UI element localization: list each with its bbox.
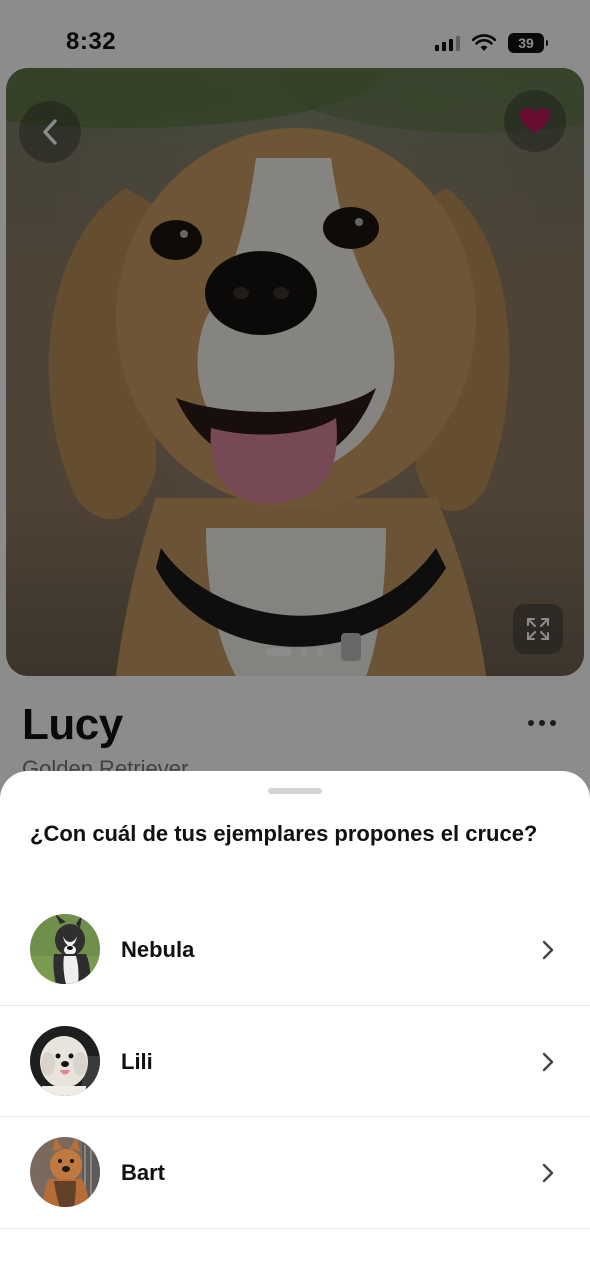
chevron-right-icon — [542, 940, 554, 959]
pet-option-bart[interactable]: Bart — [0, 1117, 590, 1228]
pet-option-nebula[interactable]: Nebula — [0, 894, 590, 1005]
pet-option-lili[interactable]: Lili — [0, 1006, 590, 1117]
pet-option-label: Bart — [121, 1159, 166, 1185]
avatar — [30, 914, 100, 984]
sheet-title: ¿Con cuál de tus ejemplares propones el … — [30, 821, 538, 846]
divider — [0, 1228, 590, 1229]
chevron-right-icon — [542, 1163, 554, 1182]
pet-option-label: Nebula — [121, 936, 195, 962]
white-dog-photo — [30, 1026, 100, 1096]
brown-dog-photo — [30, 1137, 100, 1207]
sheet-grabber[interactable] — [268, 788, 322, 794]
select-pet-sheet: ¿Con cuál de tus ejemplares propones el … — [0, 771, 590, 1280]
pet-option-label: Lili — [121, 1048, 153, 1074]
chevron-right-icon — [542, 1052, 554, 1071]
husky-photo — [30, 914, 100, 984]
avatar — [30, 1137, 100, 1207]
avatar — [30, 1026, 100, 1096]
